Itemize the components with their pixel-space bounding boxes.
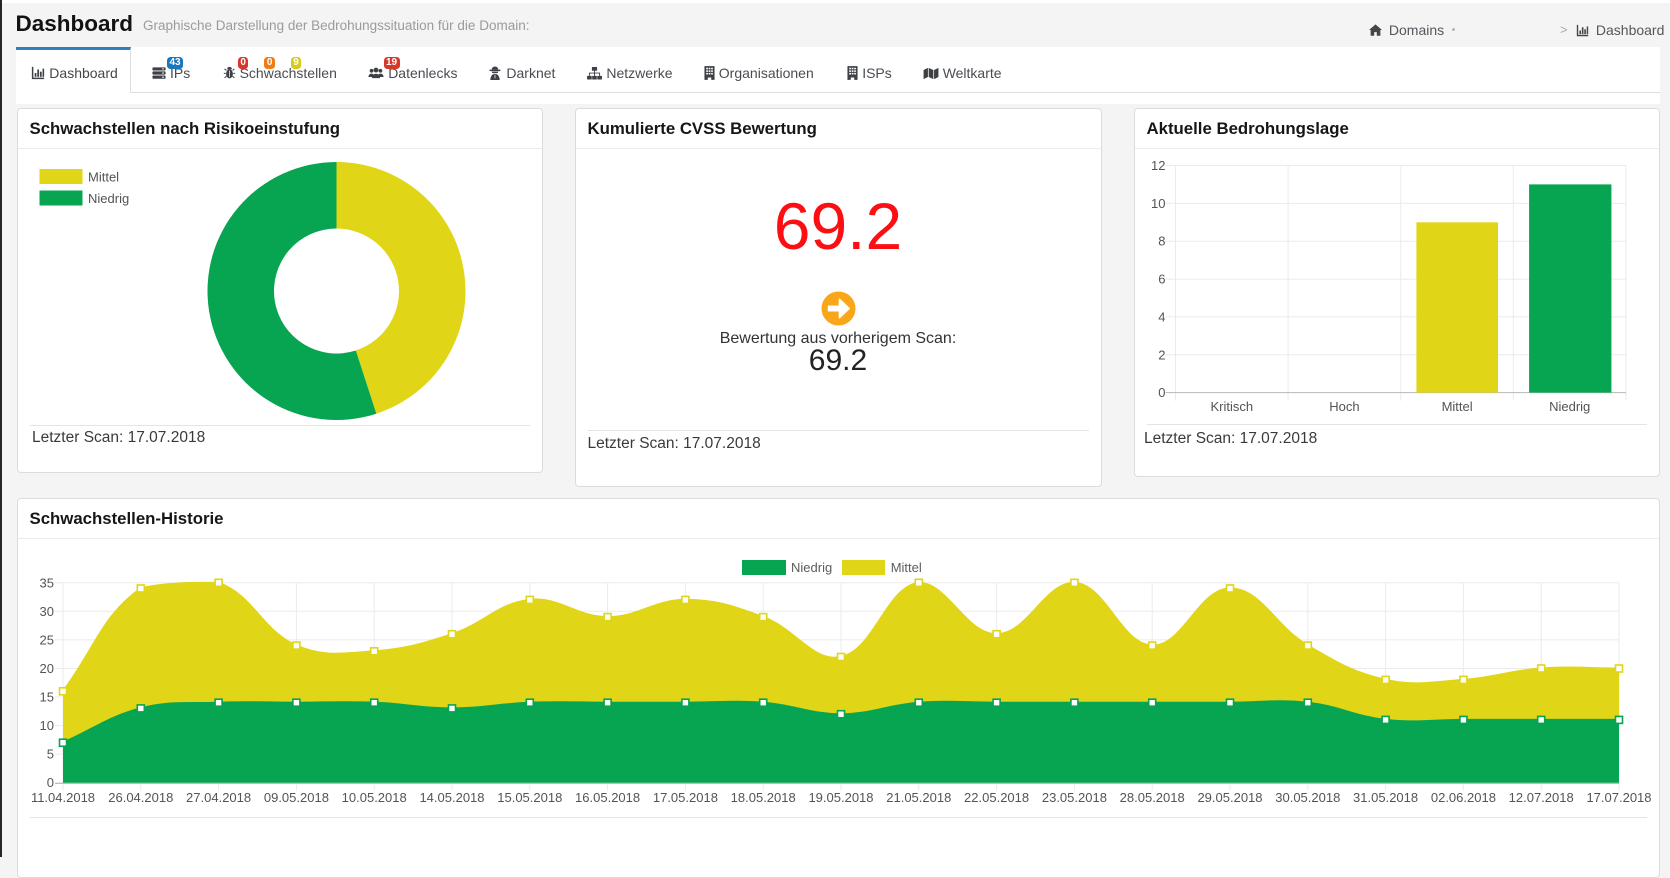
svg-text:28.05.2018: 28.05.2018 (1119, 790, 1184, 805)
svg-text:10: 10 (1151, 196, 1165, 211)
svg-text:19.05.2018: 19.05.2018 (808, 790, 873, 805)
svg-text:15: 15 (39, 690, 53, 705)
svg-text:Niedrig: Niedrig (1549, 399, 1590, 414)
svg-text:27.04.2018: 27.04.2018 (186, 790, 251, 805)
svg-text:31.05.2018: 31.05.2018 (1353, 790, 1418, 805)
svg-text:Mittel: Mittel (1441, 399, 1472, 414)
svg-text:35: 35 (39, 575, 53, 590)
svg-text:26.04.2018: 26.04.2018 (108, 790, 173, 805)
svg-text:12.07.2018: 12.07.2018 (1508, 790, 1573, 805)
svg-text:20: 20 (39, 661, 53, 676)
svg-text:16.05.2018: 16.05.2018 (575, 790, 640, 805)
svg-text:10: 10 (39, 718, 53, 733)
svg-text:4: 4 (1158, 309, 1165, 324)
svg-text:0: 0 (1158, 385, 1165, 400)
svg-text:18.05.2018: 18.05.2018 (730, 790, 795, 805)
svg-text:Hoch: Hoch (1329, 399, 1359, 414)
svg-text:10.05.2018: 10.05.2018 (341, 790, 406, 805)
svg-text:25: 25 (39, 632, 53, 647)
svg-text:30.05.2018: 30.05.2018 (1275, 790, 1340, 805)
svg-text:29.05.2018: 29.05.2018 (1197, 790, 1262, 805)
svg-text:8: 8 (1158, 234, 1165, 249)
svg-text:21.05.2018: 21.05.2018 (886, 790, 951, 805)
svg-text:17.07.2018: 17.07.2018 (1586, 790, 1651, 805)
svg-text:09.05.2018: 09.05.2018 (263, 790, 328, 805)
svg-text:30: 30 (39, 604, 53, 619)
svg-text:14.05.2018: 14.05.2018 (419, 790, 484, 805)
svg-text:02.06.2018: 02.06.2018 (1430, 790, 1495, 805)
svg-text:22.05.2018: 22.05.2018 (964, 790, 1029, 805)
svg-text:Niedrig: Niedrig (88, 191, 129, 206)
svg-text:12: 12 (1151, 158, 1165, 173)
svg-text:Kritisch: Kritisch (1210, 399, 1253, 414)
svg-text:0: 0 (46, 775, 53, 790)
svg-text:11.04.2018: 11.04.2018 (30, 790, 94, 805)
svg-text:6: 6 (1158, 272, 1165, 287)
svg-text:2: 2 (1158, 347, 1165, 362)
svg-text:17.05.2018: 17.05.2018 (652, 790, 717, 805)
svg-text:5: 5 (46, 747, 53, 762)
svg-text:15.05.2018: 15.05.2018 (497, 790, 562, 805)
svg-text:Mittel: Mittel (88, 170, 119, 185)
svg-text:23.05.2018: 23.05.2018 (1041, 790, 1106, 805)
